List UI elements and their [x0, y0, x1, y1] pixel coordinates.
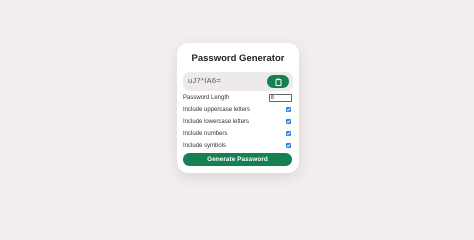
uppercase-checkbox[interactable]: [286, 107, 291, 112]
option-row-lowercase: Include lowercase letters: [183, 116, 292, 127]
password-generator-card: Password Generator uJ7*IA6= Password Len…: [177, 43, 299, 173]
length-row: Password Length: [183, 92, 292, 103]
option-label: Include numbers: [183, 130, 228, 137]
checkmark-icon: [286, 132, 291, 136]
length-label: Password Length: [183, 94, 230, 101]
option-label: Include uppercase letters: [183, 106, 251, 113]
copy-button[interactable]: [267, 75, 289, 88]
option-row-uppercase: Include uppercase letters: [183, 104, 292, 115]
symbols-checkbox[interactable]: [286, 143, 291, 148]
lowercase-checkbox[interactable]: [286, 119, 291, 124]
checkmark-icon: [286, 120, 291, 124]
option-label: Include lowercase letters: [183, 118, 250, 125]
clipboard-icon: [275, 78, 282, 86]
password-value: uJ7*IA6=: [188, 76, 222, 85]
length-input[interactable]: [269, 93, 292, 102]
page-title: Password Generator: [191, 53, 285, 64]
checkmark-icon: [286, 108, 291, 112]
option-row-symbols: Include symbols: [183, 140, 292, 151]
password-display: uJ7*IA6=: [183, 72, 293, 91]
generate-password-button[interactable]: Generate Password: [183, 153, 292, 166]
option-row-numbers: Include numbers: [183, 128, 292, 139]
numbers-checkbox[interactable]: [286, 131, 291, 136]
checkmark-icon: [286, 144, 291, 148]
option-label: Include symbols: [183, 142, 227, 149]
